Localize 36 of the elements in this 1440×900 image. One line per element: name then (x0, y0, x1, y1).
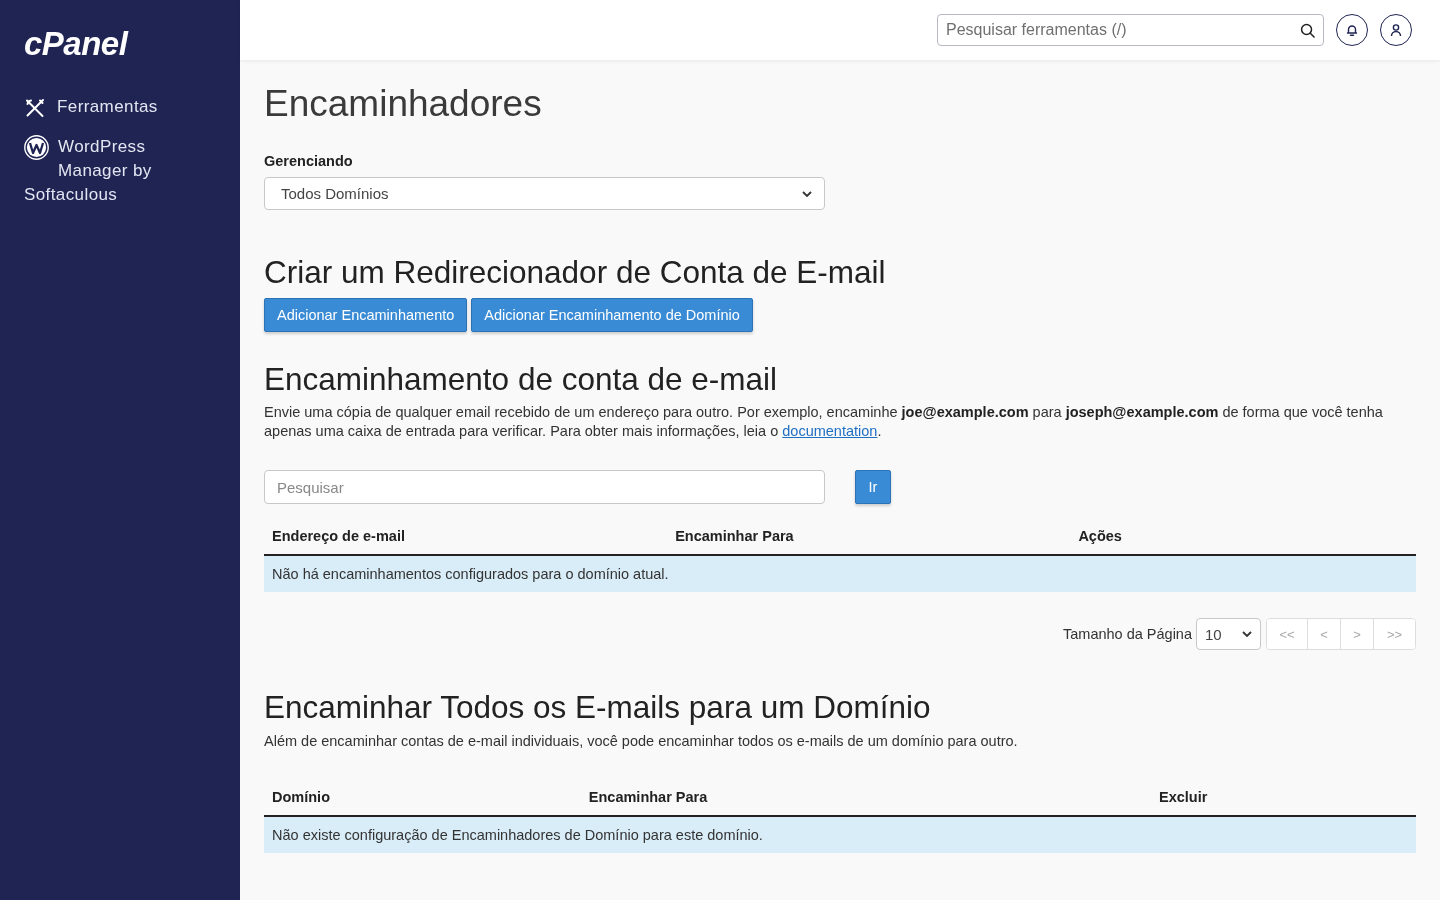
add-forwarder-button[interactable]: Adicionar Encaminhamento de Domínio (471, 298, 753, 332)
domain-select[interactable]: Todos Domínios (264, 177, 825, 210)
section-description: Envie uma cópia de qualquer email recebido de um endereço para outro. Por exemplo, encaminhe joe@example.com para joseph@example.com de forma que você tenha apenas uma caixa de entrada para verificar. Para obter mais informações, leia o documentation. (264, 403, 1384, 441)
page-size-select[interactable]: 10 (1196, 618, 1261, 650)
page-size-label: Tamanho da Página (1063, 626, 1192, 642)
field-label: Gerenciando (264, 152, 353, 171)
column-header: Ações (1078, 527, 1122, 544)
bell-icon (1345, 23, 1359, 37)
tools-icon (25, 98, 45, 118)
empty-table-message: Não há encaminhamentos configurados para o domínio atual. (264, 555, 1416, 592)
sidebar-item[interactable]: WordPress Manager by Softaculous (24, 135, 216, 207)
wordpress-icon (24, 135, 49, 160)
column-header: Endereço de e-mail (272, 527, 405, 544)
chevron-down-icon (1242, 631, 1252, 637)
tool-search-field[interactable]: Pesquisar ferramentas (/) (937, 14, 1324, 46)
page-title: Encaminhadores (264, 82, 542, 126)
go-button[interactable]: Ir (855, 470, 891, 504)
column-header: Domínio (272, 788, 330, 805)
user-button[interactable] (1380, 14, 1412, 46)
documentation-link[interactable]: documentation (782, 423, 878, 439)
logo[interactable]: cPanel (24, 26, 128, 62)
column-header: Encaminhar Para (675, 527, 794, 544)
section-heading: Encaminhar Todos os E-mails para um Domínio (264, 689, 931, 725)
column-header: Encaminhar Para (588, 788, 708, 805)
sidebar-item[interactable]: Ferramentas (24, 95, 216, 119)
section-description: Além de encaminhar contas de e-mail individuais, você pode encaminhar todos os e-mails de um domínio para outro. (264, 732, 1019, 751)
section-heading: Encaminhamento de conta de e-mail (264, 361, 778, 397)
search-field[interactable]: Pesquisar (264, 470, 825, 504)
empty-table-message: Não existe configuração de Encaminhadores de Domínio para este domínio. (264, 816, 1416, 853)
notifications-button[interactable] (1336, 14, 1368, 46)
chevron-down-icon (802, 190, 812, 197)
user-icon (1389, 23, 1403, 37)
column-header: Excluir (1159, 788, 1208, 805)
search-icon[interactable] (1300, 23, 1315, 38)
section-heading: Criar um Redirecionador de Conta de E-mail (264, 254, 886, 290)
add-forwarder-button[interactable]: Adicionar Encaminhamento (264, 298, 468, 332)
